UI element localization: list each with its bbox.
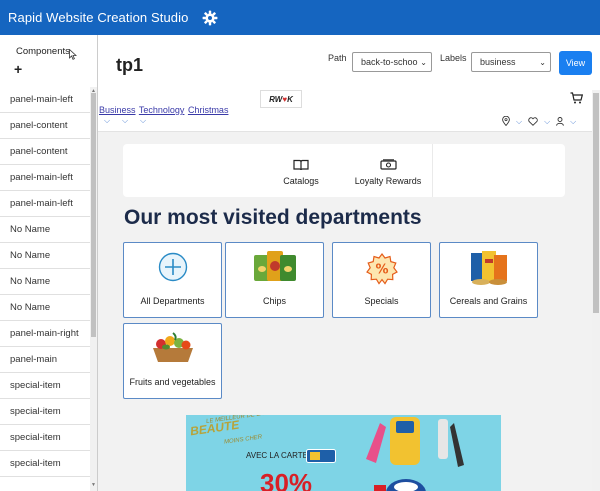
list-item[interactable]: special-item [0, 373, 90, 399]
promo-headline: BEAUTE [189, 417, 241, 439]
list-item[interactable]: panel-main-left [0, 191, 90, 217]
view-button[interactable]: View [559, 51, 592, 75]
promo-text: MOINS CHER [223, 434, 263, 446]
labels-select[interactable]: business ⌄ [471, 52, 551, 72]
list-item[interactable]: panel-main [0, 347, 90, 373]
loyalty-rewards-link[interactable]: Loyalty Rewards [353, 159, 423, 186]
dept-card-chips[interactable]: Chips [225, 242, 324, 318]
path-label: Path [328, 53, 347, 63]
fruit-basket-icon [149, 330, 197, 371]
components-header: Components [16, 46, 70, 57]
editor-header: tp1 Path back-to-schoo ⌄ Labels business… [98, 35, 600, 90]
app-title: Rapid Website Creation Studio [8, 10, 189, 25]
loyalty-rewards-label: Loyalty Rewards [354, 176, 422, 186]
list-item[interactable]: No Name [0, 243, 90, 269]
site-logo[interactable]: RW ♥ K [260, 90, 302, 108]
list-item[interactable]: special-item [0, 399, 90, 425]
list-item[interactable]: No Name [0, 269, 90, 295]
heart-outline-icon[interactable] [528, 116, 538, 128]
svg-text:%: % [375, 263, 388, 278]
site-nav: Business Technology Christmas [99, 105, 229, 115]
preview-scrollbar-thumb[interactable] [593, 93, 599, 313]
list-item[interactable]: panel-main-left [0, 165, 90, 191]
nav-link-christmas[interactable]: Christmas [188, 105, 229, 115]
gear-icon[interactable] [202, 10, 218, 26]
cosmetics-image [366, 417, 464, 491]
dept-label: Fruits and vegetables [129, 377, 216, 387]
sidebar-scrollbar[interactable] [90, 87, 97, 491]
components-list: panel-main-left panel-content panel-cont… [0, 87, 90, 477]
dept-card-all-departments[interactable]: All Departments [123, 242, 222, 318]
app-topbar: Rapid Website Creation Studio [0, 0, 600, 35]
list-item[interactable]: special-item [0, 425, 90, 451]
site-preview: RW ♥ K Business Technology Christmas ⌵ ⌵ ⌵… [98, 90, 592, 491]
logo-text: K [287, 94, 293, 104]
nav-link-technology[interactable]: Technology [139, 105, 185, 115]
scroll-down-icon[interactable]: ▼ [91, 482, 96, 488]
list-item[interactable]: special-item [0, 451, 90, 477]
list-item[interactable]: No Name [0, 295, 90, 321]
cereal-box-icon [467, 249, 511, 292]
dept-label: All Departments [140, 296, 205, 306]
chips-icon [251, 249, 299, 290]
components-sidebar: Components + panel-main-left panel-conte… [0, 35, 98, 491]
nav-link-business[interactable]: Business [99, 105, 136, 115]
chevron-down-icon[interactable]: ⌵ [570, 117, 576, 127]
list-item[interactable]: panel-content [0, 113, 90, 139]
dept-label: Chips [262, 296, 286, 306]
logo-text: RW [269, 94, 283, 104]
percent-badge-icon: % [365, 252, 399, 291]
path-select[interactable]: back-to-schoo ⌄ [352, 52, 432, 72]
chevron-down-icon: ⌄ [420, 58, 427, 67]
page-title: tp1 [116, 55, 143, 75]
scroll-up-icon[interactable]: ▲ [91, 88, 96, 94]
chevron-down-icon[interactable]: ⌵ [104, 116, 110, 126]
dept-card-specials[interactable]: % Specials [332, 242, 431, 318]
dept-card-cereals-and-grains[interactable]: Cereals and Grains [439, 242, 538, 318]
site-header: RW ♥ K Business Technology Christmas ⌵ ⌵ ⌵… [98, 90, 592, 132]
section-title: Our most visited departments [124, 206, 422, 229]
sidebar-scrollbar-thumb[interactable] [91, 93, 96, 337]
cash-icon [353, 159, 423, 173]
chevron-down-icon: ⌄ [539, 58, 546, 67]
mouse-cursor-icon [69, 47, 78, 65]
list-item[interactable]: panel-content [0, 139, 90, 165]
add-component-button[interactable]: + [14, 61, 22, 77]
dept-label: Specials [364, 296, 399, 306]
labels-label: Labels [440, 53, 467, 63]
promo-banner[interactable]: LE MEILLEUR DE LA BEAUTE MOINS CHER AVEC… [186, 415, 501, 491]
labels-select-value: business [480, 57, 516, 67]
chevron-down-icon[interactable]: ⌵ [122, 116, 128, 126]
promo-discount: 30% [260, 468, 313, 491]
list-item[interactable]: panel-main-left [0, 87, 90, 113]
chevron-down-icon[interactable]: ⌵ [544, 117, 550, 127]
list-item[interactable]: No Name [0, 217, 90, 243]
cart-icon[interactable] [570, 91, 584, 109]
user-icon[interactable] [556, 116, 565, 128]
dept-label: Cereals and Grains [449, 296, 528, 306]
loyalty-box: Catalogs Loyalty Rewards [123, 144, 565, 197]
list-item[interactable]: panel-main-right [0, 321, 90, 347]
chevron-down-icon[interactable]: ⌵ [140, 116, 146, 126]
path-select-value: back-to-schoo [361, 57, 418, 67]
divider [432, 144, 433, 197]
preview-scrollbar[interactable] [592, 90, 600, 491]
catalogs-link[interactable]: Catalogs [275, 159, 327, 186]
location-pin-icon[interactable] [502, 115, 510, 128]
loyalty-card-image [306, 449, 336, 463]
book-icon [275, 159, 327, 173]
header-icons: ⌵ ⌵ ⌵ [502, 115, 576, 128]
catalogs-label: Catalogs [283, 176, 319, 186]
dept-card-fruits-and-vegetables[interactable]: Fruits and vegetables [123, 323, 222, 399]
chevron-down-icon[interactable]: ⌵ [516, 117, 522, 127]
plus-circle-icon [158, 252, 188, 287]
promo-card-text: AVEC LA CARTE [246, 451, 308, 460]
